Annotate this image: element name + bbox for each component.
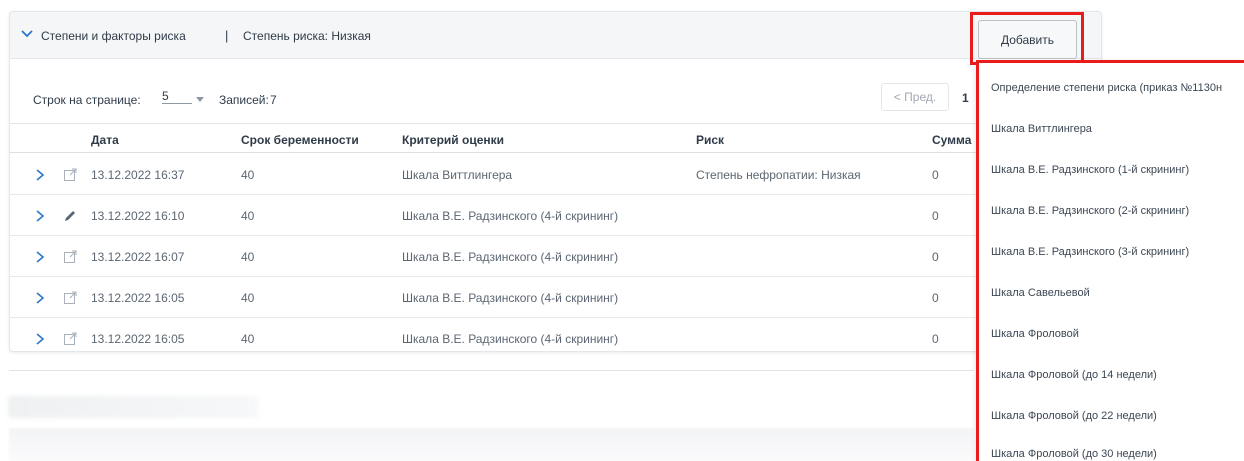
risk-level-label: Степень риска: Низкая <box>243 29 371 43</box>
cell-date: 13.12.2022 16:10 <box>91 209 185 223</box>
rows-per-page-label: Строк на странице: <box>33 93 141 107</box>
cell-sum: 0 <box>932 168 939 182</box>
cell-risk: Степень нефропатии: Низкая <box>696 168 861 182</box>
cell-sum: 0 <box>932 332 939 346</box>
header-separator: | <box>225 28 229 43</box>
cell-date: 13.12.2022 16:37 <box>91 168 185 182</box>
rows-per-page-select[interactable]: 5 <box>162 89 192 104</box>
cell-criterion: Шкала В.Е. Радзинского (4-й скрининг) <box>402 250 619 264</box>
column-date[interactable]: Дата <box>91 133 119 147</box>
chevron-right-icon[interactable] <box>35 209 45 223</box>
cell-term: 40 <box>241 250 255 264</box>
pagination-bar: Строк на странице: 5 Записей: 7 < Пред. … <box>10 60 1101 124</box>
chevron-right-icon[interactable] <box>35 291 45 305</box>
view-icon[interactable] <box>63 291 77 305</box>
dropdown-item[interactable]: Определение степени риска (приказ №1130н <box>991 82 1222 94</box>
cell-criterion: Шкала Виттлингера <box>402 168 513 182</box>
table-row[interactable]: 13.12.2022 16:05 40 Шкала В.Е. Радзинско… <box>10 318 1101 351</box>
table-row[interactable]: 13.12.2022 16:07 40 Шкала В.Е. Радзинско… <box>10 236 1101 277</box>
column-term[interactable]: Срок беременности <box>241 133 359 147</box>
prev-page-button[interactable]: < Пред. <box>881 83 949 111</box>
column-criterion[interactable]: Критерий оценки <box>402 133 504 147</box>
chevron-right-icon[interactable] <box>35 332 45 346</box>
column-sum[interactable]: Сумма <box>932 133 971 147</box>
table-row[interactable]: 13.12.2022 16:05 40 Шкала В.Е. Радзинско… <box>10 277 1101 318</box>
cell-term: 40 <box>241 209 255 223</box>
records-label: Записей: <box>219 93 269 107</box>
cell-date: 13.12.2022 16:05 <box>91 332 185 346</box>
dropdown-item[interactable]: Шкала Виттлингера <box>991 123 1092 135</box>
dropdown-item[interactable]: Шкала В.Е. Радзинского (1-й скрининг) <box>991 164 1189 176</box>
add-dropdown-menu: Определение степени риска (приказ №1130н… <box>978 60 1244 461</box>
cell-criterion: Шкала В.Е. Радзинского (4-й скрининг) <box>402 291 619 305</box>
chevron-down-icon[interactable] <box>20 27 34 41</box>
cell-sum: 0 <box>932 291 939 305</box>
chevron-right-icon[interactable] <box>35 250 45 264</box>
dropdown-item[interactable]: Шкала Фроловой (до 22 недели) <box>991 410 1157 422</box>
dropdown-item[interactable]: Шкала Фроловой <box>991 328 1079 340</box>
cell-criterion: Шкала В.Е. Радзинского (4-й скрининг) <box>402 209 619 223</box>
view-icon[interactable] <box>63 168 77 182</box>
cell-date: 13.12.2022 16:07 <box>91 250 185 264</box>
table-row[interactable]: 13.12.2022 16:10 40 Шкала В.Е. Радзинско… <box>10 195 1101 236</box>
cell-term: 40 <box>241 332 255 346</box>
pencil-icon[interactable] <box>63 209 77 223</box>
add-button[interactable]: Добавить <box>978 20 1077 59</box>
panel-header[interactable]: Степени и факторы риска | Степень риска:… <box>10 12 1101 59</box>
table-header: Дата Срок беременности Критерий оценки Р… <box>10 125 1101 153</box>
panel-title: Степени и факторы риска <box>41 29 186 43</box>
risk-panel: Степени и факторы риска | Степень риска:… <box>9 11 1102 352</box>
dropdown-item[interactable]: Шкала В.Е. Радзинского (3-й скрининг) <box>991 246 1189 258</box>
section-divider <box>9 370 974 371</box>
cell-term: 40 <box>241 168 255 182</box>
view-icon[interactable] <box>63 332 77 346</box>
cell-sum: 0 <box>932 250 939 264</box>
blurred-content <box>9 428 974 461</box>
table-row[interactable]: 13.12.2022 16:37 40 Шкала Виттлингера Ст… <box>10 154 1101 195</box>
caret-down-icon[interactable] <box>196 97 204 102</box>
dropdown-item[interactable]: Шкала В.Е. Радзинского (2-й скрининг) <box>991 205 1189 217</box>
page-number[interactable]: 1 <box>962 91 969 105</box>
cell-term: 40 <box>241 291 255 305</box>
chevron-right-icon[interactable] <box>35 168 45 182</box>
records-count: 7 <box>270 93 277 107</box>
column-risk[interactable]: Риск <box>696 133 724 147</box>
cell-criterion: Шкала В.Е. Радзинского (4-й скрининг) <box>402 332 619 346</box>
cell-sum: 0 <box>932 209 939 223</box>
cell-date: 13.12.2022 16:05 <box>91 291 185 305</box>
dropdown-item[interactable]: Шкала Фроловой (до 14 недели) <box>991 369 1157 381</box>
dropdown-item[interactable]: Шкала Фроловой (до 30 недели) <box>991 448 1157 460</box>
dropdown-item[interactable]: Шкала Савельевой <box>991 287 1090 299</box>
blurred-content <box>8 396 258 418</box>
view-icon[interactable] <box>63 250 77 264</box>
